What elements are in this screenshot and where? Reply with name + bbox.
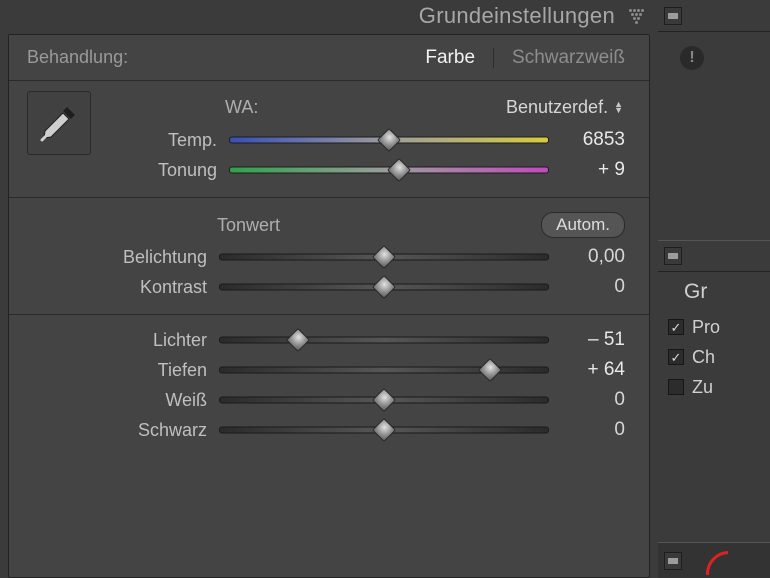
check-pro[interactable] — [668, 319, 684, 335]
tint-value[interactable]: + 9 — [561, 159, 625, 181]
wa-dropdown[interactable]: Benutzerdef. ▲▼ — [506, 97, 623, 118]
auto-button[interactable]: Autom. — [541, 212, 625, 238]
reset-icon[interactable] — [688, 547, 728, 575]
treatment-bar: Behandlung: Farbe Schwarzweiß — [9, 35, 649, 81]
contrast-label: Kontrast — [31, 277, 207, 298]
temp-label: Temp. — [109, 130, 217, 151]
temp-slider[interactable] — [229, 131, 549, 149]
check-ch[interactable] — [668, 349, 684, 365]
panel-title: Grundeinstellungen — [419, 3, 615, 29]
shadows-slider[interactable] — [219, 361, 549, 379]
updown-icon: ▲▼ — [614, 101, 623, 113]
blacks-value[interactable]: 0 — [561, 419, 625, 441]
blacks-label: Schwarz — [31, 420, 207, 441]
blacks-slider[interactable] — [219, 421, 549, 439]
tab-blackwhite[interactable]: Schwarzweiß — [506, 43, 631, 73]
contrast-value[interactable]: 0 — [561, 276, 625, 298]
highlights-label: Lichter — [31, 330, 207, 351]
temp-value[interactable]: 6853 — [561, 129, 625, 151]
whites-value[interactable]: 0 — [561, 389, 625, 411]
tint-label: Tonung — [109, 160, 217, 181]
check-zu[interactable] — [668, 379, 684, 395]
check-ch-label: Ch — [692, 347, 715, 368]
highlights-value[interactable]: – 51 — [561, 329, 625, 351]
alert-icon[interactable]: ! — [680, 46, 704, 70]
check-pro-label: Pro — [692, 317, 720, 338]
panel-options-icon[interactable] — [629, 9, 644, 24]
side-panel-switch-1[interactable] — [664, 7, 682, 25]
side-section-title: Gr — [684, 280, 770, 304]
shadows-label: Tiefen — [31, 360, 207, 381]
wa-label: WA: — [225, 97, 258, 118]
exposure-value[interactable]: 0,00 — [561, 246, 625, 268]
tint-slider[interactable] — [229, 161, 549, 179]
tone-label: Tonwert — [217, 215, 280, 236]
contrast-slider[interactable] — [219, 278, 549, 296]
eyedropper-icon — [37, 101, 81, 145]
exposure-label: Belichtung — [31, 247, 207, 268]
whites-slider[interactable] — [219, 391, 549, 409]
side-panel-switch-3[interactable] — [664, 552, 682, 570]
basic-panel: Behandlung: Farbe Schwarzweiß — [8, 34, 650, 578]
treatment-label: Behandlung: — [27, 47, 128, 68]
shadows-value[interactable]: + 64 — [561, 359, 625, 381]
wa-dropdown-value: Benutzerdef. — [506, 97, 608, 118]
side-panel-switch-2[interactable] — [664, 247, 682, 265]
whites-label: Weiß — [31, 390, 207, 411]
tab-color[interactable]: Farbe — [419, 43, 481, 73]
check-zu-label: Zu — [692, 377, 713, 398]
highlights-slider[interactable] — [219, 331, 549, 349]
exposure-slider[interactable] — [219, 248, 549, 266]
eyedropper-tool[interactable] — [27, 91, 91, 155]
